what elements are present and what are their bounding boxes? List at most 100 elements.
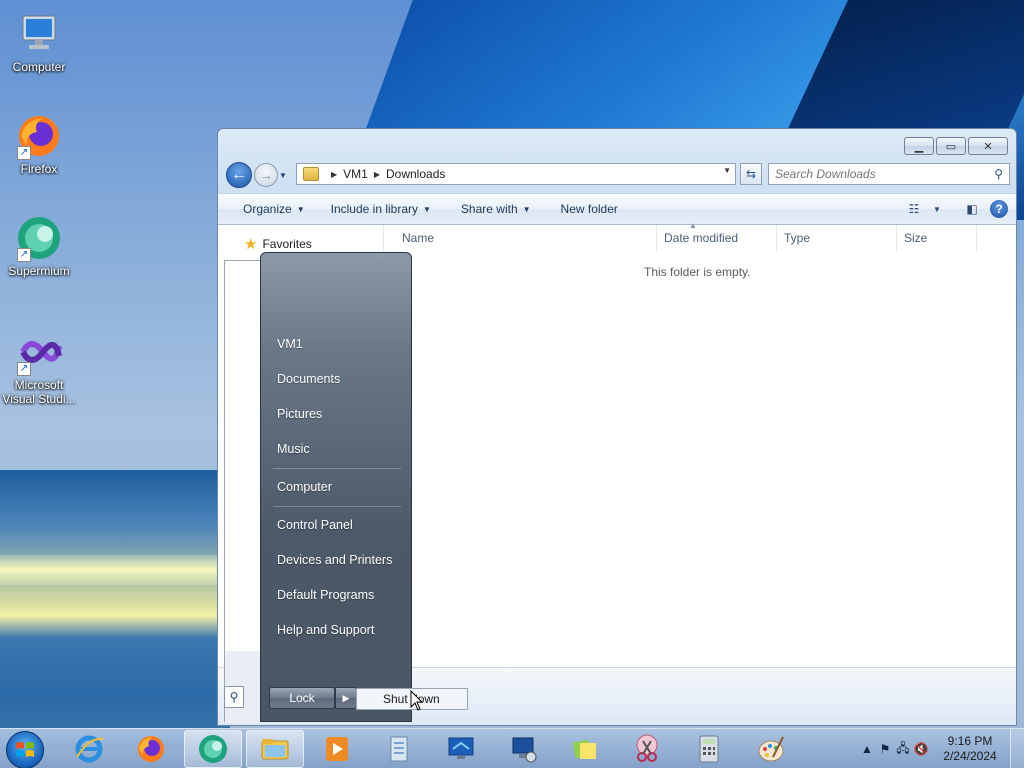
organize-label: Organize xyxy=(243,202,292,216)
taskbar-windows-explorer[interactable] xyxy=(246,730,304,768)
column-name[interactable]: Name xyxy=(385,225,657,251)
shortcut-arrow-icon: ↗ xyxy=(17,248,31,262)
close-button[interactable]: ✕ xyxy=(968,137,1008,155)
sort-indicator-icon: ▲ xyxy=(689,221,697,230)
desktop-icon-label: Microsoft Visual Studi... xyxy=(2,378,76,406)
start-item-help-support[interactable]: Help and Support xyxy=(277,623,374,637)
start-button[interactable] xyxy=(6,731,44,768)
shortcut-arrow-icon: ↗ xyxy=(17,146,31,160)
folder-icon xyxy=(303,167,319,181)
desktop-icon-visual-studio[interactable]: ↗ Microsoft Visual Studi... xyxy=(1,328,77,406)
taskbar-internet-explorer[interactable] xyxy=(60,730,118,768)
start-item-control-panel[interactable]: Control Panel xyxy=(277,518,353,532)
start-menu-divider xyxy=(273,506,401,507)
address-bar[interactable]: ▶ VM1 ▶ Downloads ▼ xyxy=(296,163,736,185)
favorites-label: Favorites xyxy=(262,237,312,251)
lock-button[interactable]: Lock xyxy=(269,687,335,709)
desktop-icon-label: Firefox xyxy=(20,162,58,176)
sticky-notes-icon xyxy=(572,739,596,759)
share-with-label: Share with xyxy=(460,202,518,216)
start-menu-places-pane: VM1 Documents Pictures Music Computer Co… xyxy=(260,252,412,722)
taskbar-remote-desktop[interactable] xyxy=(432,730,490,768)
minimize-button[interactable]: ▁ xyxy=(904,137,934,155)
taskbar: ▲ ⚑ 🖧 🔇 9:16 PM 2/24/2024 xyxy=(0,728,1024,768)
back-button[interactable]: ← xyxy=(226,162,252,188)
clock[interactable]: 9:16 PM 2/24/2024 xyxy=(930,734,1010,764)
chevron-down-icon: ▼ xyxy=(423,204,431,214)
breadcrumb-separator-icon: ▶ xyxy=(331,169,338,179)
start-item-devices-printers[interactable]: Devices and Printers xyxy=(277,553,392,567)
column-headers: ▲ Name Date modified Type Size xyxy=(385,221,1016,251)
show-hidden-icons-icon[interactable]: ▲ xyxy=(858,742,876,756)
address-dropdown-icon[interactable]: ▼ xyxy=(723,166,731,175)
supermium-icon: ↗ xyxy=(15,214,63,262)
maximize-button[interactable]: ▭ xyxy=(936,137,966,155)
change-view-icon[interactable]: ☷ xyxy=(904,200,924,218)
breadcrumb-downloads[interactable]: Downloads xyxy=(386,167,445,181)
organize-button[interactable]: Organize ▼ xyxy=(218,193,317,225)
firefox-icon: ↗ xyxy=(15,112,63,160)
share-with-button[interactable]: Share with ▼ xyxy=(443,193,543,225)
desktop-icon-firefox[interactable]: ↗ Firefox xyxy=(1,112,77,176)
refresh-button[interactable]: ⇆ xyxy=(740,163,762,185)
wallpaper-streak xyxy=(0,470,230,750)
start-item-pictures[interactable]: Pictures xyxy=(277,407,322,421)
search-input[interactable] xyxy=(775,167,975,181)
search-box[interactable]: ⚲ xyxy=(768,163,1010,185)
computer-icon xyxy=(15,10,63,58)
action-center-flag-icon[interactable]: ⚑ xyxy=(876,742,894,756)
taskbar-firefox[interactable] xyxy=(122,730,180,768)
supermium-icon xyxy=(199,735,227,763)
search-icon[interactable]: ⚲ xyxy=(994,167,1003,181)
new-folder-button[interactable]: New folder xyxy=(543,193,630,225)
favorites-item[interactable]: ★ Favorites xyxy=(244,235,312,253)
document-icon xyxy=(390,736,408,762)
include-in-library-button[interactable]: Include in library ▼ xyxy=(317,193,443,225)
view-dropdown-icon[interactable]: ▼ xyxy=(932,200,942,218)
power-options-arrow-icon[interactable]: ▶ xyxy=(335,687,357,709)
new-folder-label: New folder xyxy=(560,202,618,216)
taskbar-snipping-tool[interactable] xyxy=(618,730,676,768)
star-icon: ★ xyxy=(244,236,258,253)
start-item-documents[interactable]: Documents xyxy=(277,372,340,386)
forward-button[interactable]: → xyxy=(254,163,278,187)
clock-time: 9:16 PM xyxy=(947,734,993,748)
desktop-icon-supermium[interactable]: ↗ Supermium xyxy=(1,214,77,278)
recent-pages-dropdown[interactable]: ▼ xyxy=(279,171,289,180)
scissors-icon xyxy=(636,734,658,762)
start-menu: ⚲ VM1 Documents Pictures Music Computer … xyxy=(224,252,412,723)
desktop-icon-label: Supermium xyxy=(8,264,70,278)
breadcrumb-separator-icon: ▶ xyxy=(373,169,380,179)
shortcut-arrow-icon: ↗ xyxy=(17,362,31,376)
start-item-vm1[interactable]: VM1 xyxy=(277,337,303,351)
taskbar-supermium[interactable] xyxy=(184,730,242,768)
taskbar-file-manager[interactable] xyxy=(370,730,428,768)
taskbar-calculator[interactable] xyxy=(680,730,738,768)
start-item-computer[interactable]: Computer xyxy=(277,480,332,494)
volume-muted-icon[interactable]: 🔇 xyxy=(912,742,930,756)
column-date-modified[interactable]: Date modified xyxy=(657,225,777,251)
breadcrumb-vm1[interactable]: VM1 xyxy=(343,167,368,181)
remote-desktop-icon xyxy=(448,737,474,759)
help-icon[interactable]: ? xyxy=(990,200,1008,218)
column-size[interactable]: Size xyxy=(897,225,977,251)
clock-date: 2/24/2024 xyxy=(943,749,997,763)
chevron-down-icon: ▼ xyxy=(522,204,531,214)
start-menu-divider xyxy=(273,468,401,469)
search-icon[interactable]: ⚲ xyxy=(224,686,244,708)
firefox-icon xyxy=(138,736,164,762)
start-item-music[interactable]: Music xyxy=(277,442,310,456)
desktop-icon-computer[interactable]: Computer xyxy=(1,10,77,74)
start-item-default-programs[interactable]: Default Programs xyxy=(277,588,374,602)
taskbar-paint[interactable] xyxy=(742,730,800,768)
taskbar-sticky-notes[interactable] xyxy=(556,730,614,768)
show-desktop-button[interactable] xyxy=(1010,729,1024,768)
column-type[interactable]: Type xyxy=(777,225,897,251)
view-controls: ☷ ▼ ◧ ? xyxy=(904,200,1008,218)
preview-pane-icon[interactable]: ◧ xyxy=(962,200,982,218)
taskbar-network[interactable] xyxy=(494,730,552,768)
desktop-icon-label: Computer xyxy=(12,60,66,74)
network-status-icon[interactable]: 🖧 xyxy=(894,739,912,760)
start-menu-programs-pane xyxy=(224,260,261,723)
taskbar-media-player[interactable] xyxy=(308,730,366,768)
